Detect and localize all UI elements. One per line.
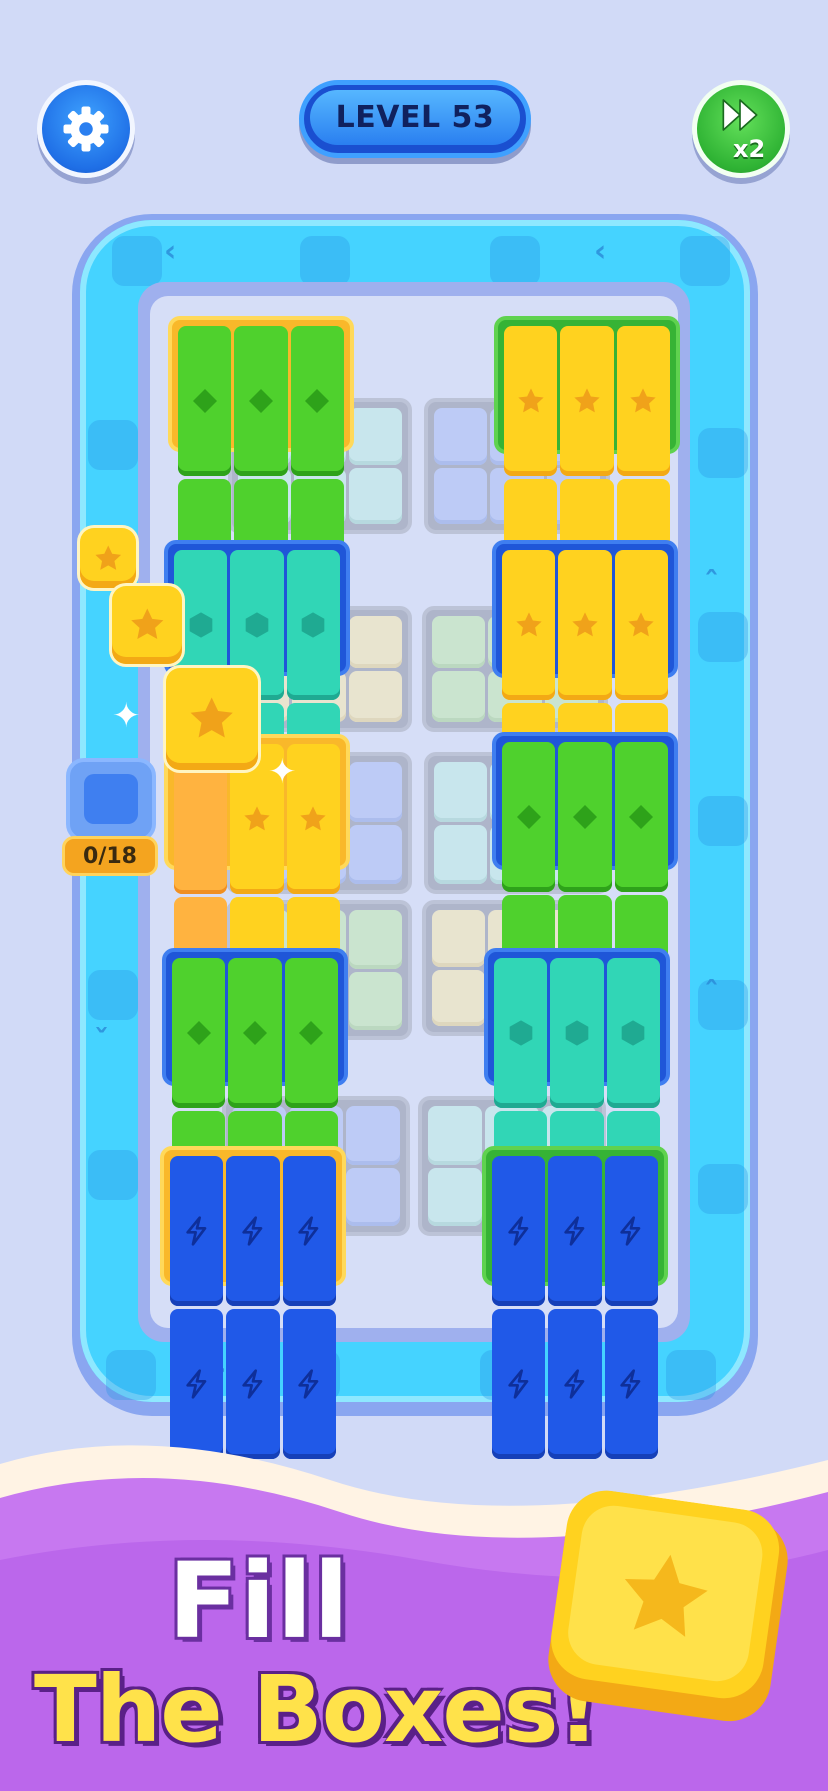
banner-headline-line2: The Boxes! — [34, 1656, 599, 1763]
chevron-up-icon: ˆ — [704, 566, 719, 601]
box-tray-blue-lightning[interactable] — [160, 1146, 346, 1459]
box-tray-blue-lightning[interactable] — [482, 1146, 668, 1459]
box-tray-teal-hexagon[interactable] — [164, 540, 350, 853]
track-slot — [680, 236, 730, 286]
flying-star-cube — [112, 586, 182, 664]
box-tray-green-diamond[interactable] — [168, 316, 354, 629]
level-indicator: LEVEL 53 — [299, 80, 531, 158]
flying-star-cube — [166, 668, 258, 770]
track-slot — [106, 1350, 156, 1400]
track-slot — [698, 612, 748, 662]
collected-counter: 0/18 — [62, 836, 158, 876]
track-slot — [300, 236, 350, 286]
track-slot — [88, 970, 138, 1020]
flying-star-cube — [80, 528, 136, 588]
track-slot — [88, 1150, 138, 1200]
skip-x2-button[interactable]: x2 — [692, 80, 790, 178]
track-slot — [698, 1164, 748, 1214]
skip-multiplier: x2 — [733, 135, 766, 163]
box-tray-yellow-star[interactable] — [492, 540, 678, 853]
box-tray-green-diamond[interactable] — [162, 948, 348, 1261]
chevron-down-icon: ˇ — [94, 1024, 109, 1059]
sparkle-icon: ✦ — [112, 696, 141, 736]
collector-slot — [66, 758, 156, 842]
star-cube-illustration — [548, 1490, 788, 1722]
gear-icon — [63, 106, 109, 152]
settings-button[interactable] — [37, 80, 135, 178]
chevron-left-icon: ‹ — [164, 234, 177, 269]
sparkle-icon: ✦ — [268, 752, 297, 792]
chevron-up-icon: ˆ — [704, 976, 719, 1011]
box-tray-green-diamond[interactable] — [492, 732, 678, 1045]
box-tray-teal-hexagon[interactable] — [484, 948, 670, 1261]
track-slot — [112, 236, 162, 286]
track-slot — [698, 428, 748, 478]
box-tray-yellow-star[interactable] — [494, 316, 680, 629]
track-slot — [698, 796, 748, 846]
chevron-left-icon: ‹ — [594, 234, 607, 269]
level-label: LEVEL 53 — [335, 100, 495, 135]
track-slot — [666, 1350, 716, 1400]
track-slot — [88, 420, 138, 470]
fast-forward-icon — [722, 99, 758, 131]
banner-headline-line1: Fill — [168, 1540, 350, 1662]
track-slot — [490, 236, 540, 286]
